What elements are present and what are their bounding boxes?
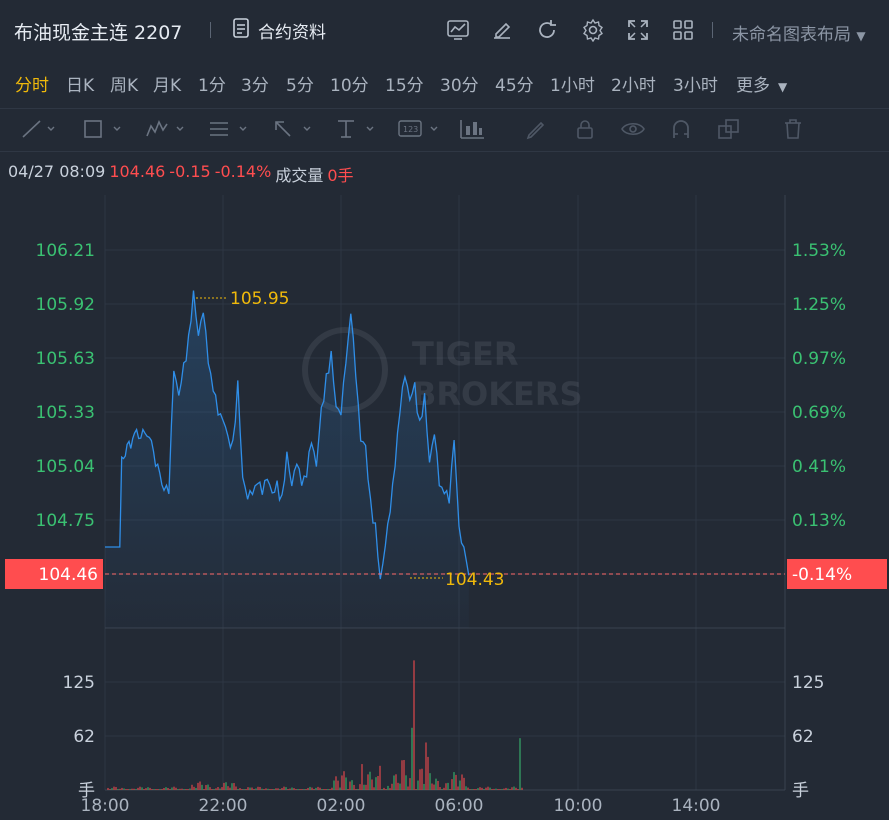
high-marker-label: 105.95 [230, 289, 289, 309]
current-pct-label: -0.14% [792, 565, 852, 585]
y-tick-right-0: 1.53% [792, 241, 846, 261]
svg-text:BROKERS: BROKERS [412, 375, 583, 413]
volume-tick-right-0: 125 [792, 673, 824, 693]
x-tick-3: 06:00 [435, 796, 484, 816]
low-marker-label: 104.43 [445, 570, 504, 590]
x-tick-1: 22:00 [199, 796, 248, 816]
y-tick-left-5: 104.75 [36, 511, 95, 531]
x-tick-2: 02:00 [317, 796, 366, 816]
y-tick-left-4: 105.04 [36, 457, 95, 477]
y-tick-right-3: 0.69% [792, 403, 846, 423]
svg-text:TIGER: TIGER [412, 335, 519, 373]
current-price-label: 104.46 [39, 565, 98, 585]
y-tick-left-1: 105.92 [36, 295, 95, 315]
x-tick-4: 10:00 [554, 796, 603, 816]
intraday-chart[interactable]: TIGERBROKERS 106.21 105.92 105.63 105.33 105.… [0, 0, 889, 820]
y-tick-right-1: 1.25% [792, 295, 846, 315]
x-tick-5: 14:00 [672, 796, 721, 816]
y-tick-right-2: 0.97% [792, 349, 846, 369]
y-tick-right-4: 0.41% [792, 457, 846, 477]
y-tick-left-2: 105.63 [36, 349, 95, 369]
volume-tick-right-1: 62 [792, 727, 814, 747]
y-tick-left-0: 106.21 [36, 241, 95, 261]
x-tick-0: 18:00 [81, 796, 130, 816]
volume-tick-right-2: 手 [792, 781, 809, 801]
y-tick-left-3: 105.33 [36, 403, 95, 423]
y-tick-right-5: 0.13% [792, 511, 846, 531]
volume-tick-left-1: 62 [73, 727, 95, 747]
volume-tick-left-0: 125 [63, 673, 95, 693]
